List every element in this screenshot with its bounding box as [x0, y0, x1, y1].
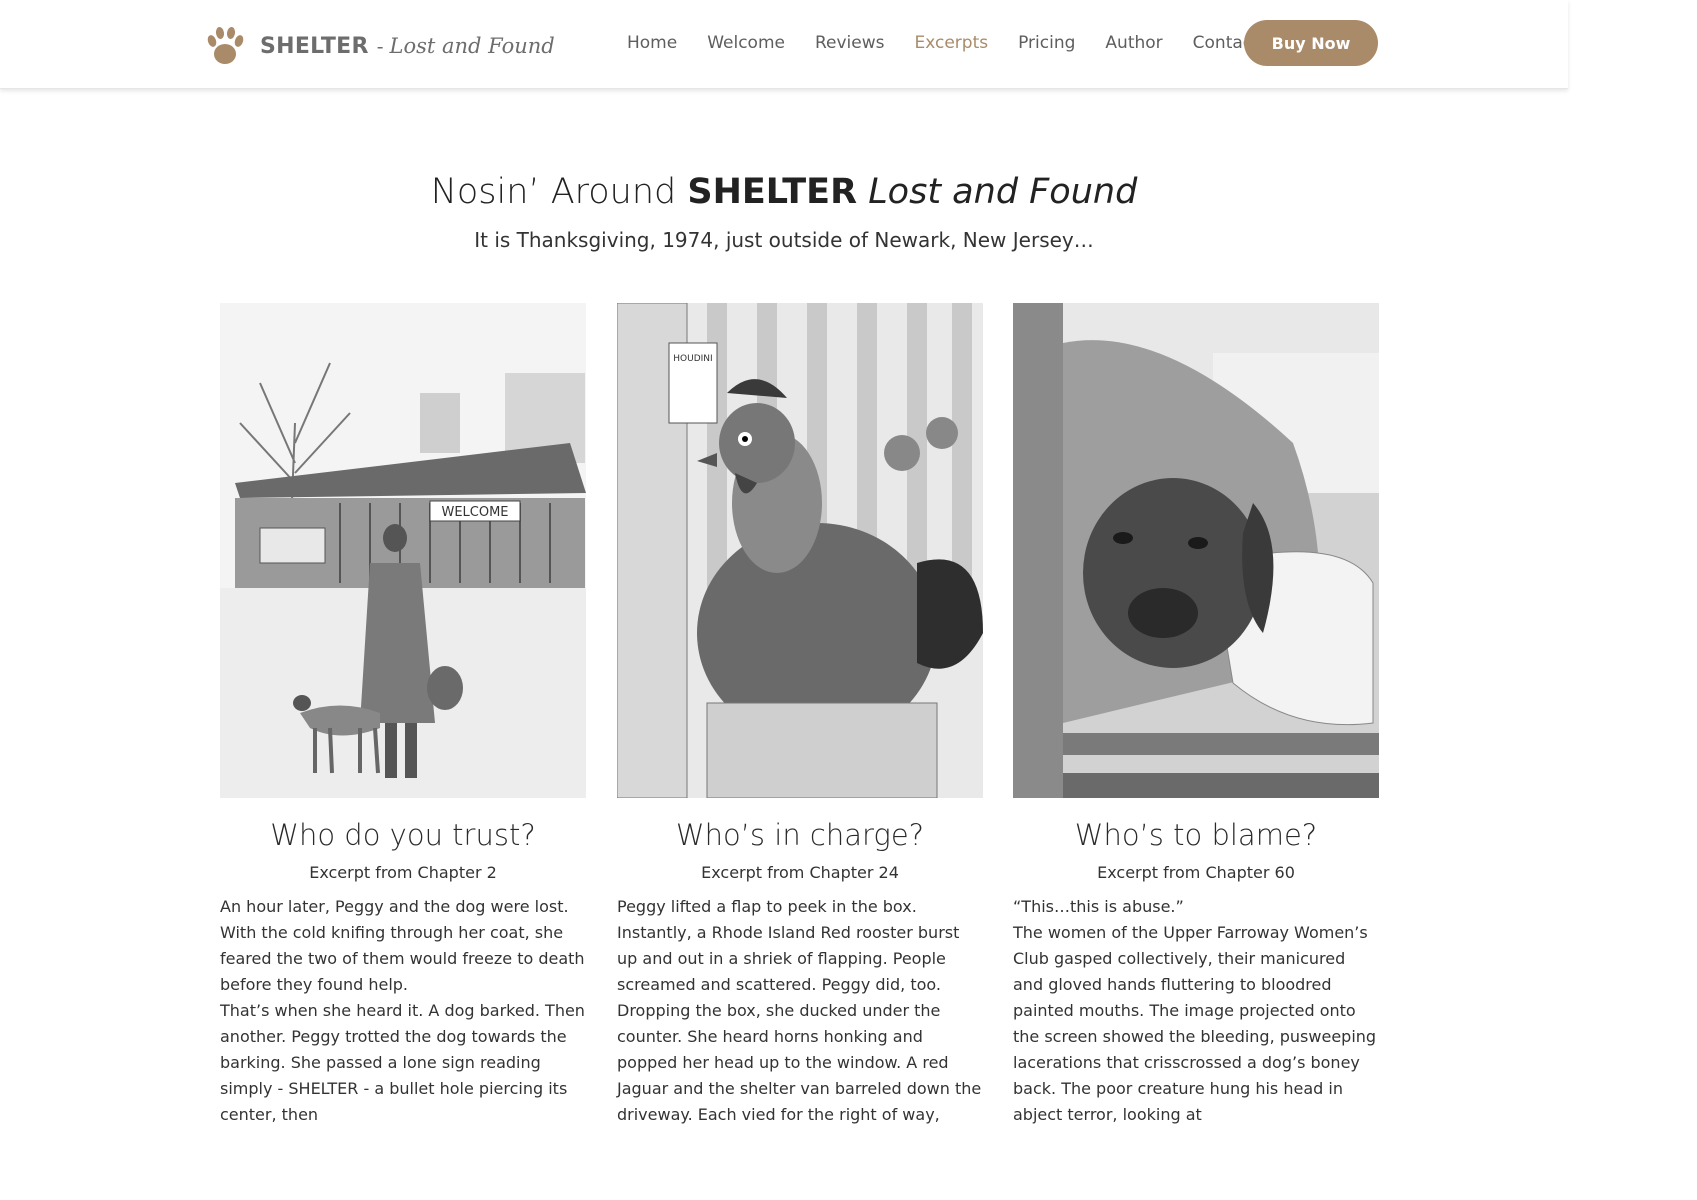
excerpt-chapter: Excerpt from Chapter 2 [309, 863, 497, 882]
main-nav: Home Welcome Reviews Excerpts Pricing Au… [627, 33, 1289, 53]
excerpt-body: An hour later, Peggy and the dog were lo… [220, 894, 586, 1128]
excerpt-card-1: WELCOME Who do you trust? Excerpt from C… [220, 303, 586, 1128]
nav-home[interactable]: Home [627, 33, 677, 53]
illustration-rooster: HOUDINI [617, 303, 983, 798]
houdini-note-text: HOUDINI [673, 354, 712, 364]
excerpt-chapter: Excerpt from Chapter 60 [1097, 863, 1295, 882]
nav-welcome[interactable]: Welcome [707, 33, 785, 53]
excerpt-card-3: Who’s to blame? Excerpt from Chapter 60 … [1013, 303, 1379, 1128]
welcome-sign-text: WELCOME [441, 505, 508, 520]
nav-reviews[interactable]: Reviews [815, 33, 885, 53]
title-italic: Lost and Found [868, 172, 1138, 212]
nav-author[interactable]: Author [1105, 33, 1162, 53]
page-subtitle: It is Thanksgiving, 1974, just outside o… [474, 228, 1094, 252]
excerpt-paragraph: That’s when she heard it. A dog barked. … [220, 1001, 585, 1124]
excerpt-body: Peggy lifted a flap to peek in the box. … [617, 894, 983, 1128]
paw-icon [207, 27, 244, 64]
illustration-dog-blanket [1013, 303, 1379, 798]
site-header: SHELTER - Lost and Found Home Welcome Re… [0, 0, 1568, 89]
buy-now-button[interactable]: Buy Now [1244, 20, 1378, 66]
brand-tagline: Lost and Found [389, 34, 555, 58]
excerpt-card-2: HOUDINI Who’s in charge? Excerpt from Ch… [617, 303, 983, 1128]
illustration-shelter-walk: WELCOME [220, 303, 586, 798]
excerpt-paragraph: An hour later, Peggy and the dog were lo… [220, 897, 585, 994]
excerpt-title: Who’s to blame? [1074, 818, 1318, 852]
page-title: Nosin’ Around SHELTER Lost and Found [0, 172, 1568, 212]
excerpt-paragraph: Peggy lifted a flap to peek in the box. … [617, 897, 982, 1124]
excerpt-chapter: Excerpt from Chapter 24 [701, 863, 899, 882]
title-lead: Nosin’ Around [430, 172, 688, 212]
logo[interactable]: SHELTER - Lost and Found [204, 24, 555, 68]
excerpt-title: Who do you trust? [270, 818, 536, 852]
title-brand: SHELTER [687, 172, 858, 212]
excerpt-title: Who’s in charge? [675, 818, 925, 852]
excerpt-paragraph: The women of the Upper Farroway Women’s … [1013, 923, 1377, 1124]
excerpt-body: “This…this is abuse.” The women of the U… [1013, 894, 1379, 1128]
brand-dash: - [376, 34, 384, 58]
excerpt-paragraph: “This…this is abuse.” [1013, 897, 1184, 916]
nav-pricing[interactable]: Pricing [1018, 33, 1075, 53]
nav-excerpts[interactable]: Excerpts [914, 33, 988, 53]
brand-name: SHELTER [260, 33, 369, 59]
